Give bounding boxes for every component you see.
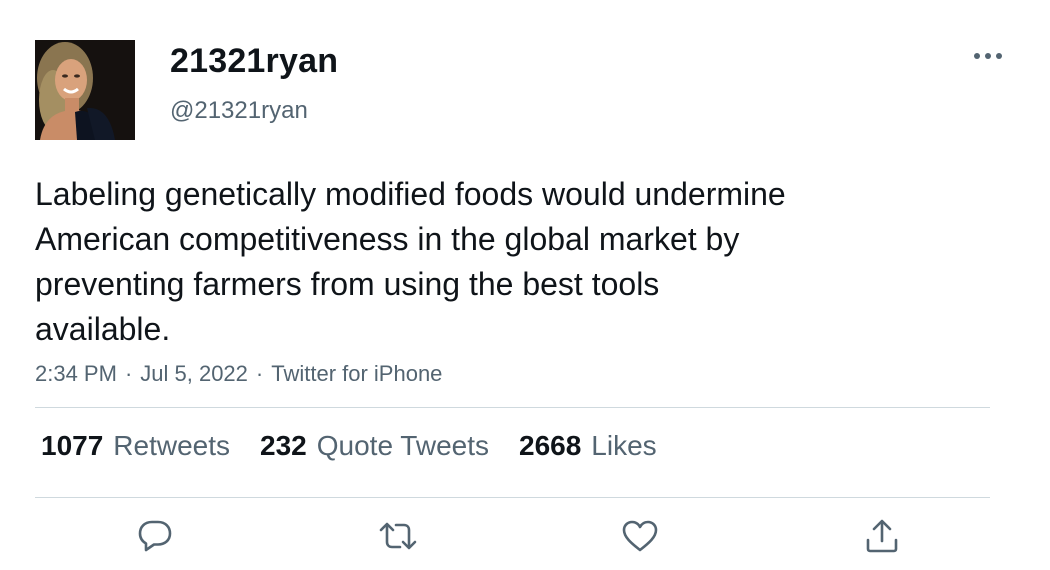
meta-separator: · [255,361,264,386]
like-button[interactable] [620,518,660,558]
retweet-button[interactable] [378,518,418,558]
divider [35,497,990,498]
retweet-icon [378,521,418,556]
retweets-stat[interactable]: 1077 Retweets [41,430,230,462]
reply-bubble-icon [137,519,173,558]
quote-tweets-count: 232 [260,430,307,461]
meta-separator: · [124,361,133,386]
quote-tweets-stat[interactable]: 232 Quote Tweets [260,430,489,462]
avatar-photo [35,40,135,140]
tweet-metadata: 2:34 PM · Jul 5, 2022 · Twitter for iPhone [35,361,442,387]
divider [35,407,990,408]
display-name[interactable]: 21321ryan [170,42,338,81]
retweets-label: Retweets [113,430,231,461]
share-button[interactable] [862,518,902,558]
tweet-time[interactable]: 2:34 PM [35,361,117,386]
tweet-date[interactable]: Jul 5, 2022 [140,361,248,386]
likes-stat[interactable]: 2668 Likes [519,430,657,462]
quote-tweets-label: Quote Tweets [316,430,489,461]
likes-label: Likes [591,430,657,461]
user-handle[interactable]: @21321ryan [170,97,308,125]
more-options-button[interactable] [968,42,1008,70]
likes-count: 2668 [519,430,582,461]
tweet-source-link[interactable]: Twitter for iPhone [271,361,442,386]
avatar[interactable] [35,40,135,140]
tweet-text: Labeling genetically modified foods woul… [35,176,786,347]
retweets-count: 1077 [41,430,104,461]
share-upload-icon [864,518,900,559]
reply-button[interactable] [135,518,175,558]
heart-icon [621,519,659,558]
more-horizontal-icon [973,47,1003,65]
engagement-stats: 1077 Retweets 232 Quote Tweets 2668 Likes [41,430,657,462]
